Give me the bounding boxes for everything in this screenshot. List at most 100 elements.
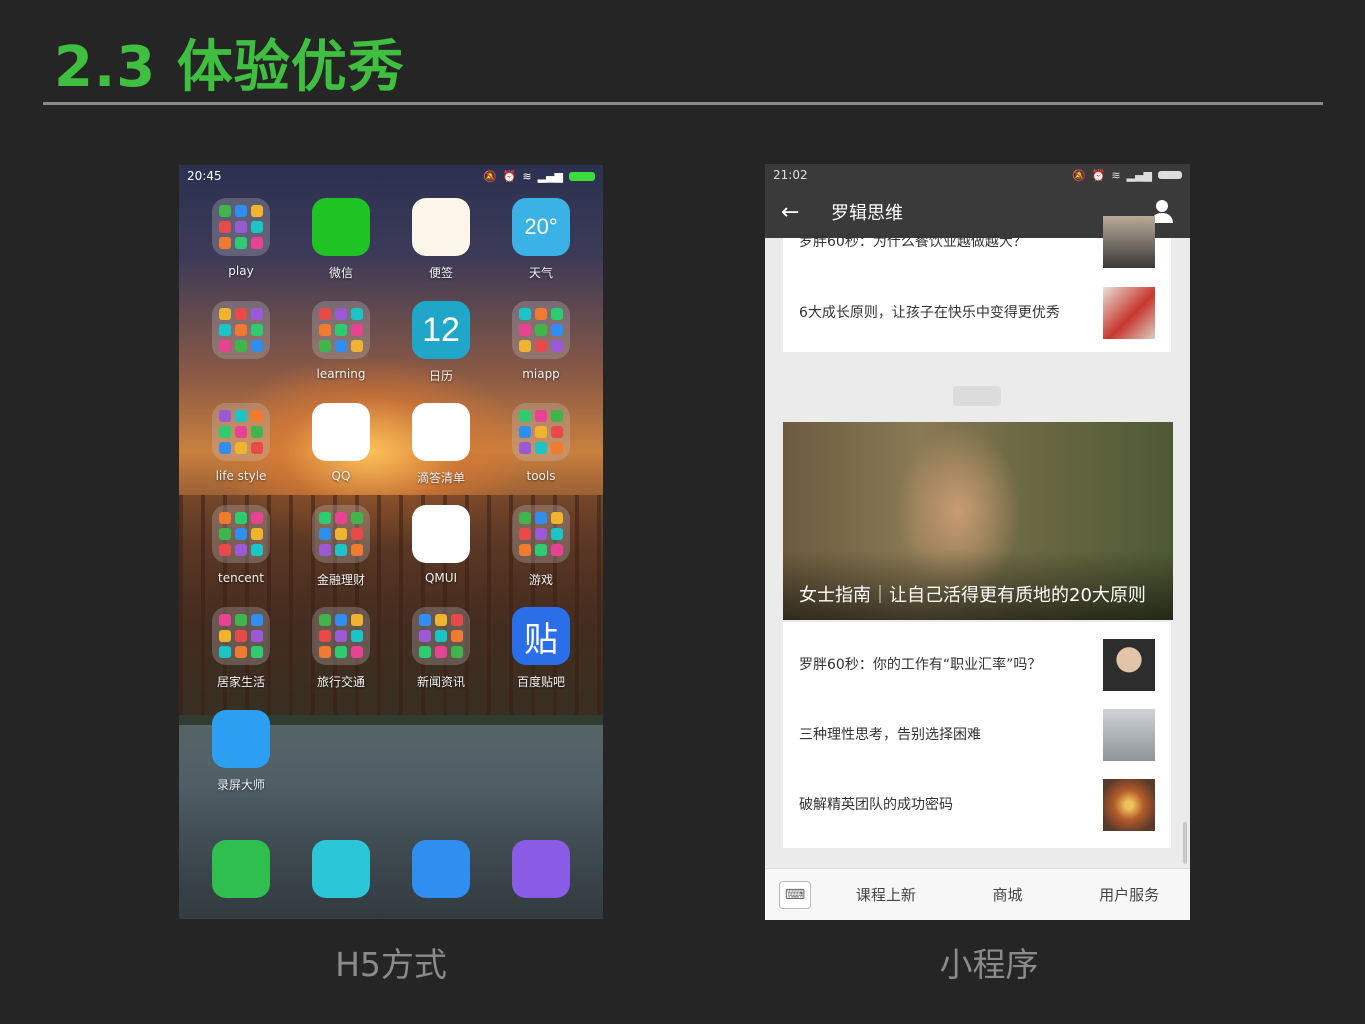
app-icon — [412, 403, 470, 461]
featured-banner[interactable]: 女士指南｜让自己活得更有质地的20大原则 — [783, 422, 1173, 620]
bottom-tab-bar: ⌨ 课程上新 商城 用户服务 — [765, 868, 1190, 920]
app-label: tools — [526, 469, 556, 483]
miniprogram-phone-screenshot: 21:02 🔕 ⏰ ≋ ▂▄▆ ← 罗辑思维 罗胖60秒：为什么餐饮业越做越大？… — [765, 164, 1190, 920]
app-icon-tile[interactable]: 微信 — [291, 198, 391, 281]
folder-icon — [312, 301, 370, 359]
article-item[interactable]: 罗胖60秒：为什么餐饮业越做越大？ — [783, 212, 1171, 272]
folder-icon — [312, 607, 370, 665]
tab-mall[interactable]: 商城 — [947, 884, 1069, 905]
status-icons: 🔕 ⏰ ≋ ▂▄▆ — [1072, 169, 1182, 182]
battery-icon — [569, 171, 595, 181]
app-label: 居家生活 — [216, 675, 265, 689]
tab-user-service[interactable]: 用户服务 — [1068, 884, 1190, 905]
app-label: 百度贴吧 — [516, 675, 565, 689]
folder-icon — [512, 403, 570, 461]
app-folder[interactable]: tools — [491, 403, 591, 483]
tab-courses[interactable]: 课程上新 — [825, 884, 947, 905]
app-label: 滴答清单 — [416, 471, 465, 485]
article-thumbnail — [1103, 709, 1155, 761]
folder-icon — [512, 301, 570, 359]
article-title: 罗胖60秒：为什么餐饮业越做越大？ — [799, 234, 1027, 250]
app-folder[interactable]: life style — [191, 403, 291, 483]
silent-icon: 🔕 — [1071, 168, 1086, 182]
app-folder[interactable]: 居家生活 — [191, 607, 291, 690]
app-folder[interactable]: 旅行交通 — [291, 607, 391, 690]
app-label: 便签 — [428, 266, 453, 280]
app-icon-tile[interactable]: 录屏大师 — [191, 710, 291, 793]
battery-icon — [1158, 171, 1182, 179]
folder-icon — [212, 505, 270, 563]
app-folder[interactable]: 金融理财 — [291, 505, 391, 588]
article-title: 三种理性思考，告别选择困难 — [799, 727, 981, 743]
dock-chat-app[interactable] — [391, 840, 491, 898]
caption-h5: H5方式 — [335, 945, 447, 984]
app-folder[interactable]: learning — [291, 301, 391, 381]
app-label: 游戏 — [528, 573, 553, 587]
app-folder[interactable]: 游戏 — [491, 505, 591, 588]
dock-browser-app[interactable] — [491, 840, 591, 898]
banner-title: 女士指南｜让自己活得更有质地的20大原则 — [799, 585, 1146, 606]
signal-icon: ▂▄▆ — [537, 169, 563, 183]
app-icon — [212, 710, 270, 768]
caption-miniprogram: 小程序 — [939, 945, 1039, 984]
chat-app-icon — [412, 840, 470, 898]
article-card-top: 罗胖60秒：为什么餐饮业越做越大？ 6大成长原则，让孩子在快乐中变得更优秀 — [783, 216, 1171, 352]
signal-icon: ▂▄▆ — [1126, 168, 1152, 182]
app-icon — [312, 198, 370, 256]
app-label: 日历 — [428, 369, 453, 383]
app-icon-tile[interactable]: 滴答清单 — [391, 403, 491, 486]
status-bar: 21:02 🔕 ⏰ ≋ ▂▄▆ — [765, 164, 1190, 186]
alarm-icon: ⏰ — [1091, 168, 1106, 182]
article-item[interactable]: 破解精英团队的成功密码 — [783, 770, 1171, 840]
app-icon — [312, 403, 370, 461]
article-item[interactable]: 三种理性思考，告别选择困难 — [783, 700, 1171, 770]
article-thumbnail — [1103, 287, 1155, 339]
app-icon-tile[interactable]: QMUI — [391, 505, 491, 585]
app-icon: 20° — [512, 198, 570, 256]
app-icon-tile[interactable]: 12 日历 — [391, 301, 491, 384]
article-thumbnail — [1103, 639, 1155, 691]
app-icon: 贴 — [512, 607, 570, 665]
app-label: play — [228, 264, 254, 278]
browser-app-icon — [512, 840, 570, 898]
app-folder[interactable]: 新闻资讯 — [391, 607, 491, 690]
article-title: 破解精英团队的成功密码 — [799, 797, 953, 813]
app-folder[interactable]: tencent — [191, 505, 291, 585]
status-bar: 20:45 🔕 ⏰ ≋ ▂▄▆ — [179, 165, 603, 187]
dock-messages-app[interactable] — [291, 840, 391, 898]
status-time: 20:45 — [187, 169, 222, 183]
app-icon: 12 — [412, 301, 470, 359]
app-icon-tile[interactable]: 便签 — [391, 198, 491, 281]
folder-icon — [512, 505, 570, 563]
app-folder[interactable] — [191, 301, 291, 367]
app-folder[interactable]: miapp — [491, 301, 591, 381]
app-icon — [412, 505, 470, 563]
app-label: learning — [316, 367, 366, 381]
alarm-icon: ⏰ — [502, 169, 517, 183]
scrollbar[interactable] — [1183, 822, 1187, 864]
status-time: 21:02 — [773, 168, 808, 182]
app-icon-tile[interactable]: 贴百度贴吧 — [491, 607, 591, 690]
app-label: QMUI — [424, 571, 458, 585]
silent-icon: 🔕 — [482, 169, 497, 183]
folder-icon — [212, 403, 270, 461]
article-card-bottom: 罗胖60秒：你的工作有“职业汇率”吗？ 三种理性思考，告别选择困难 破解精英团队… — [783, 622, 1171, 848]
app-label: QQ — [331, 469, 351, 483]
article-item[interactable]: 6大成长原则，让孩子在快乐中变得更优秀 — [783, 278, 1171, 348]
article-item[interactable]: 罗胖60秒：你的工作有“职业汇率”吗？ — [783, 630, 1171, 700]
h5-phone-screenshot: 20:45 🔕 ⏰ ≋ ▂▄▆ play 微信 便签 20° 天气 learning 12 日… — [179, 165, 603, 919]
wifi-icon: ≋ — [522, 169, 532, 183]
app-label: 录屏大师 — [216, 778, 265, 792]
dock-phone-app[interactable] — [191, 840, 291, 898]
folder-icon — [212, 198, 270, 256]
app-icon-tile[interactable]: 20° 天气 — [491, 198, 591, 281]
phone-app-icon — [212, 840, 270, 898]
folder-icon — [412, 607, 470, 665]
app-label: 天气 — [528, 266, 553, 280]
app-folder[interactable]: play — [191, 198, 291, 278]
app-icon-tile[interactable]: QQ — [291, 403, 391, 483]
app-label: life style — [215, 469, 267, 483]
keyboard-icon[interactable]: ⌨ — [779, 880, 811, 909]
app-label: 新闻资讯 — [416, 675, 465, 689]
article-title: 罗胖60秒：你的工作有“职业汇率”吗？ — [799, 657, 1042, 673]
